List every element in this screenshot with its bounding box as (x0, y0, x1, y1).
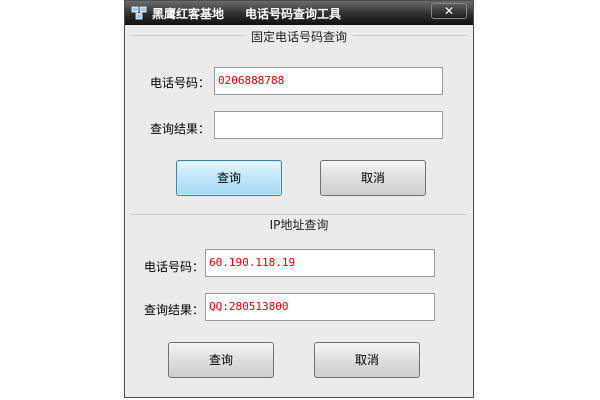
close-icon: ✕ (443, 4, 455, 18)
cancel-button[interactable]: 取消 (320, 160, 426, 196)
section-title-phone: 固定电话号码查询 (125, 28, 473, 45)
ip-phone-number-input[interactable]: 60.190.118.19 (205, 249, 435, 277)
phone-number-label: 电话号码： (150, 76, 211, 90)
app-name: 黑鹰红客基地 (152, 7, 225, 21)
close-button[interactable]: ✕ (431, 3, 467, 19)
section-divider (131, 214, 467, 215)
query-result-field[interactable] (214, 111, 443, 139)
ip-phone-number-label: 电话号码： (144, 260, 205, 274)
network-computers-icon (131, 5, 147, 21)
query-result-label: 查询结果： (150, 122, 211, 136)
phone-number-input[interactable]: 0206888788 (214, 67, 443, 95)
query-button[interactable]: 查询 (176, 160, 282, 196)
ip-query-result-field[interactable]: QQ:280513800 (205, 293, 435, 321)
title-bar[interactable]: 黑鹰红客基地 电话号码查询工具 ✕ (125, 1, 473, 25)
query-tool-window: 黑鹰红客基地 电话号码查询工具 ✕ 固定电话号码查询 电话号码： 0206888… (124, 0, 474, 398)
window-title: 电话号码查询工具 (245, 7, 342, 21)
ip-cancel-button[interactable]: 取消 (314, 342, 420, 378)
section-title-ip: IP地址查询 (125, 216, 473, 233)
ip-query-button[interactable]: 查询 (168, 342, 274, 378)
ip-query-result-label: 查询结果： (144, 303, 205, 317)
